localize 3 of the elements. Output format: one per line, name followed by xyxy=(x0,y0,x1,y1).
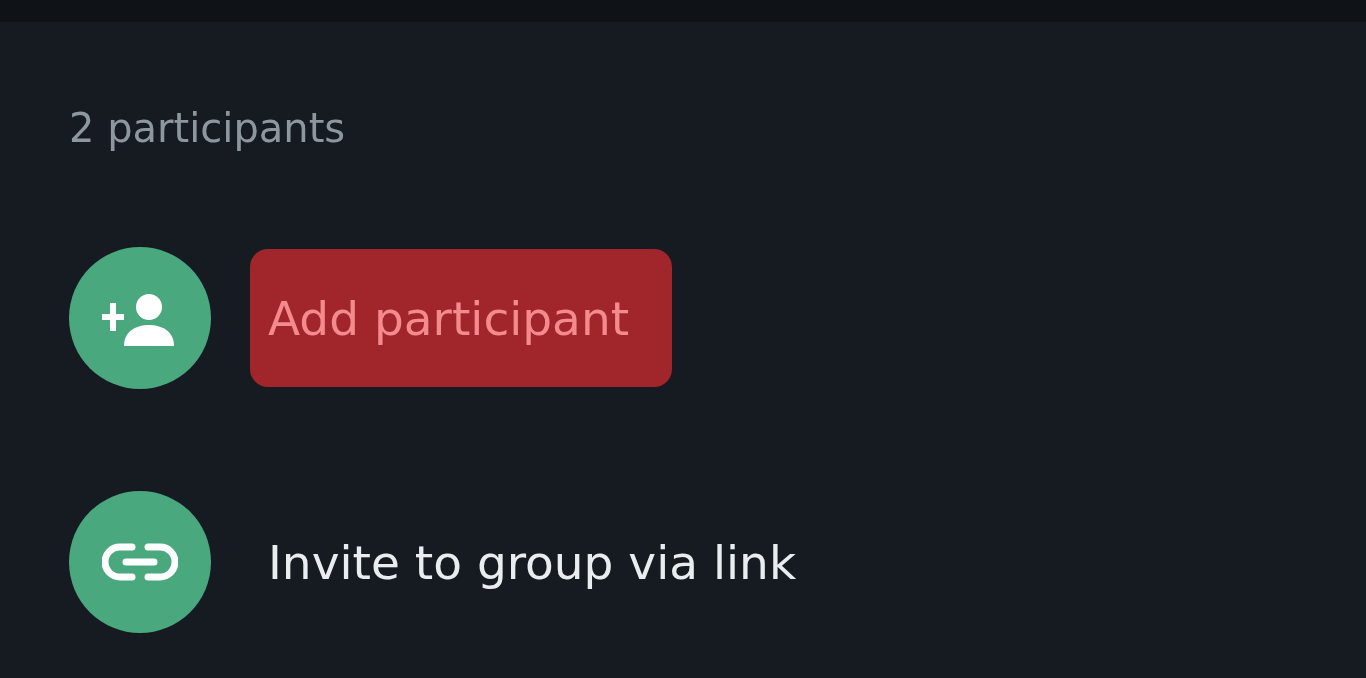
link-icon xyxy=(102,542,178,582)
participants-count: 2 participants xyxy=(69,104,346,153)
action-label[interactable]: Invite to group via link xyxy=(250,493,840,631)
